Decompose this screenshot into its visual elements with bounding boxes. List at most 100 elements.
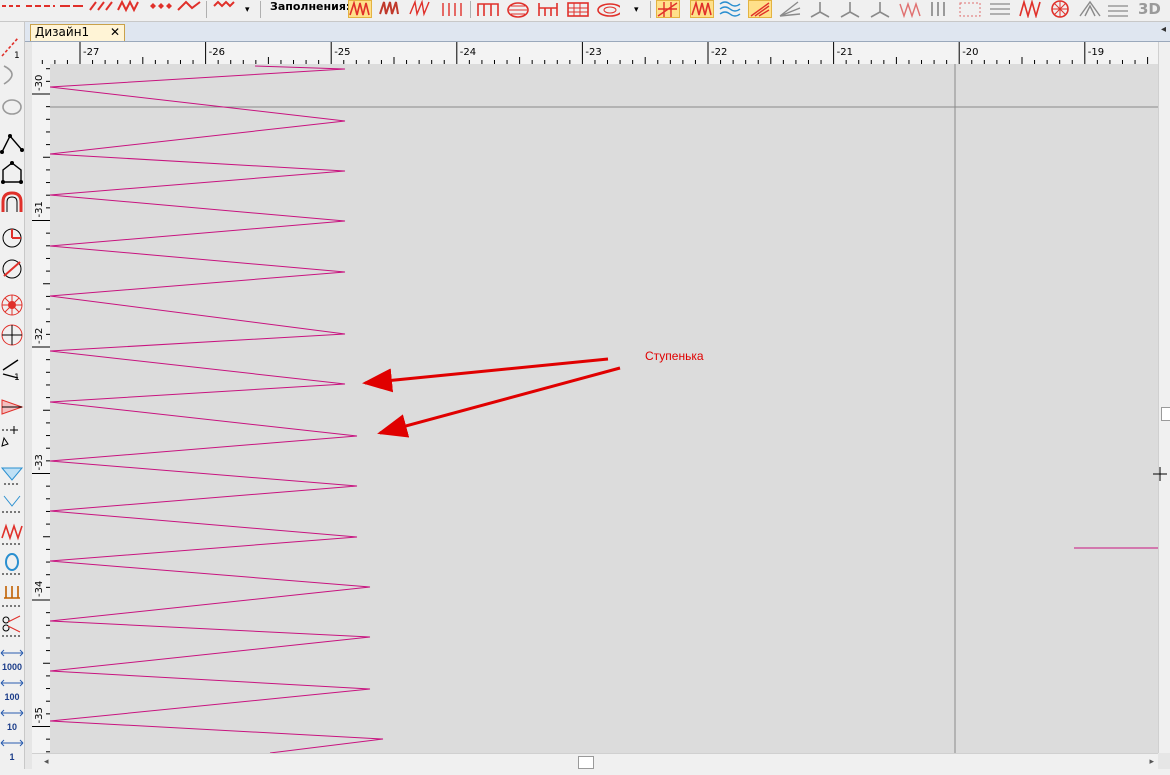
ellipse-tool-icon[interactable] — [0, 94, 24, 120]
zigzag-fill-button[interactable] — [348, 0, 372, 18]
satin-style-icon[interactable] — [212, 0, 242, 18]
step-1000-button[interactable]: 1000 — [0, 644, 24, 674]
run-stitch-tool-icon[interactable]: 1 — [0, 34, 24, 60]
multi-tool-icon[interactable] — [0, 464, 24, 490]
bezier-tool-icon[interactable]: 1 — [0, 356, 24, 382]
design-drawing — [50, 64, 1158, 753]
wave-effect-icon[interactable] — [718, 0, 742, 18]
scroll-right-arrow-icon[interactable]: ▸ — [1149, 756, 1154, 767]
step-10-label: 10 — [6, 722, 17, 732]
circle-tool-icon[interactable] — [0, 225, 24, 251]
effect-grid-button[interactable] — [656, 0, 680, 18]
ruler-label: -26 — [209, 47, 225, 58]
top-toolbar: ▾ Заполнения: ▾ 3D — [0, 0, 1170, 22]
step-1-button[interactable]: 1 — [0, 734, 24, 764]
fork-tool-icon[interactable] — [0, 584, 24, 610]
grid-fill-icon[interactable] — [566, 0, 590, 18]
ruler-label: -25 — [334, 47, 350, 58]
step-100-label: 100 — [4, 692, 20, 702]
zigzag-fill-icon — [349, 0, 370, 16]
step-100-button[interactable]: 100 — [0, 674, 24, 704]
pattern-effect-icon[interactable] — [958, 0, 982, 18]
step-1000-label: 1000 — [1, 662, 23, 672]
zigzag-tool-icon[interactable] — [0, 522, 24, 548]
tab-design1[interactable]: Дизайн1 ✕ — [30, 24, 125, 41]
annotation-label: Ступенька — [645, 349, 704, 363]
ruler-label: -27 — [83, 47, 99, 58]
spiral-tool-icon[interactable] — [0, 552, 24, 578]
spike2-effect-icon[interactable] — [838, 0, 862, 18]
effect-feather-button[interactable] — [748, 0, 772, 18]
toolbar-separator — [260, 1, 261, 18]
spike-effect-icon[interactable] — [808, 0, 832, 18]
line-dropdown-arrow[interactable]: ▾ — [245, 4, 250, 15]
horizontal-ruler: -27 -26 -25 -24 -23 -22 -21 -20 -19 — [32, 42, 1158, 65]
scroll-left-arrow-icon[interactable]: ◂ — [44, 756, 49, 767]
add-point-tool-icon[interactable] — [0, 424, 24, 450]
satin-effect-icon[interactable] — [1018, 0, 1042, 18]
rosette-tool-icon[interactable] — [0, 322, 24, 348]
horizontal-scrollbar[interactable]: ◂ ▸ — [32, 753, 1158, 770]
multi-tool2-icon[interactable] — [0, 492, 24, 518]
step-1-label: 1 — [9, 752, 15, 762]
polyline-tool-icon[interactable] — [0, 130, 24, 156]
ruler-label: -32 — [34, 328, 45, 344]
crosshair-cursor-icon — [1153, 467, 1167, 481]
zigzag-stitch-path — [50, 65, 384, 753]
ruler-label: -33 — [34, 454, 45, 470]
parallel-fill-icon[interactable] — [440, 0, 464, 18]
toolbar-separator — [650, 1, 651, 18]
toolbar-separator — [470, 1, 471, 18]
gray-lines-icon[interactable] — [1106, 0, 1130, 18]
fills-dropdown-arrow[interactable]: ▾ — [634, 4, 639, 15]
curve-tool-icon[interactable] — [0, 62, 24, 88]
polygon-tool-icon[interactable] — [0, 160, 24, 186]
3d-effect-icon[interactable]: 3D — [1136, 0, 1170, 18]
zigzag-effect-icon — [691, 0, 712, 16]
fan-effect-icon[interactable] — [778, 0, 802, 18]
step-10-button[interactable]: 10 — [0, 704, 24, 734]
ruler-label: -31 — [34, 201, 45, 217]
step-arrows-icon — [0, 739, 24, 747]
left-toolbar: 1 1 1000 100 10 1 — [0, 22, 25, 775]
ruler-label: -22 — [711, 47, 727, 58]
radial-fill-icon[interactable] — [506, 0, 530, 18]
lines-effect-icon[interactable] — [988, 0, 1012, 18]
vertical-scrollbar[interactable] — [1153, 42, 1170, 753]
bars-effect-icon[interactable] — [928, 0, 952, 18]
arc-tool-icon[interactable] — [0, 190, 24, 216]
fills-label: Заполнения: — [270, 0, 351, 13]
svg-text:3D: 3D — [1138, 0, 1161, 18]
star-tool-icon[interactable] — [0, 292, 24, 318]
ruler-label: -23 — [585, 47, 601, 58]
effect-zigzag-button[interactable] — [690, 0, 714, 18]
vertical-scroll-thumb[interactable] — [1161, 407, 1170, 421]
circle-effect-icon[interactable] — [1048, 0, 1072, 18]
step-arrows-icon — [0, 649, 24, 657]
design-canvas[interactable] — [50, 64, 1158, 753]
ruler-label: -19 — [1088, 47, 1104, 58]
tatami-fill-icon[interactable] — [476, 0, 500, 18]
grid-effect-icon — [657, 2, 678, 17]
feather-effect-icon — [750, 2, 770, 17]
line-style-icons[interactable] — [0, 0, 205, 20]
contour-fill-icon[interactable] — [596, 0, 620, 18]
horizontal-scroll-thumb[interactable] — [578, 756, 594, 769]
wave-zigzag-icon[interactable] — [898, 0, 922, 18]
cone-tool-icon[interactable] — [0, 394, 24, 420]
toolbar-separator — [206, 1, 207, 18]
gray-fan-icon[interactable] — [1078, 0, 1102, 18]
circle-3pt-tool-icon[interactable] — [0, 256, 24, 282]
cross-fill-icon[interactable] — [536, 0, 560, 18]
column-fill-icon[interactable] — [408, 0, 432, 18]
scissors-tool-icon[interactable] — [0, 614, 24, 640]
tab-scroll-arrow-icon[interactable]: ◂ — [1161, 24, 1166, 35]
annotation-arrow-1 — [362, 357, 609, 393]
step-arrows-icon — [0, 709, 24, 717]
spike3-effect-icon[interactable] — [868, 0, 892, 18]
horizontal-ruler-scale: -27 -26 -25 -24 -23 -22 -21 -20 -19 — [41, 42, 1149, 64]
svg-text:1: 1 — [14, 51, 20, 60]
close-tab-icon[interactable]: ✕ — [110, 25, 120, 40]
ruler-label: -21 — [837, 47, 853, 58]
satin-fill-icon[interactable] — [378, 0, 402, 18]
